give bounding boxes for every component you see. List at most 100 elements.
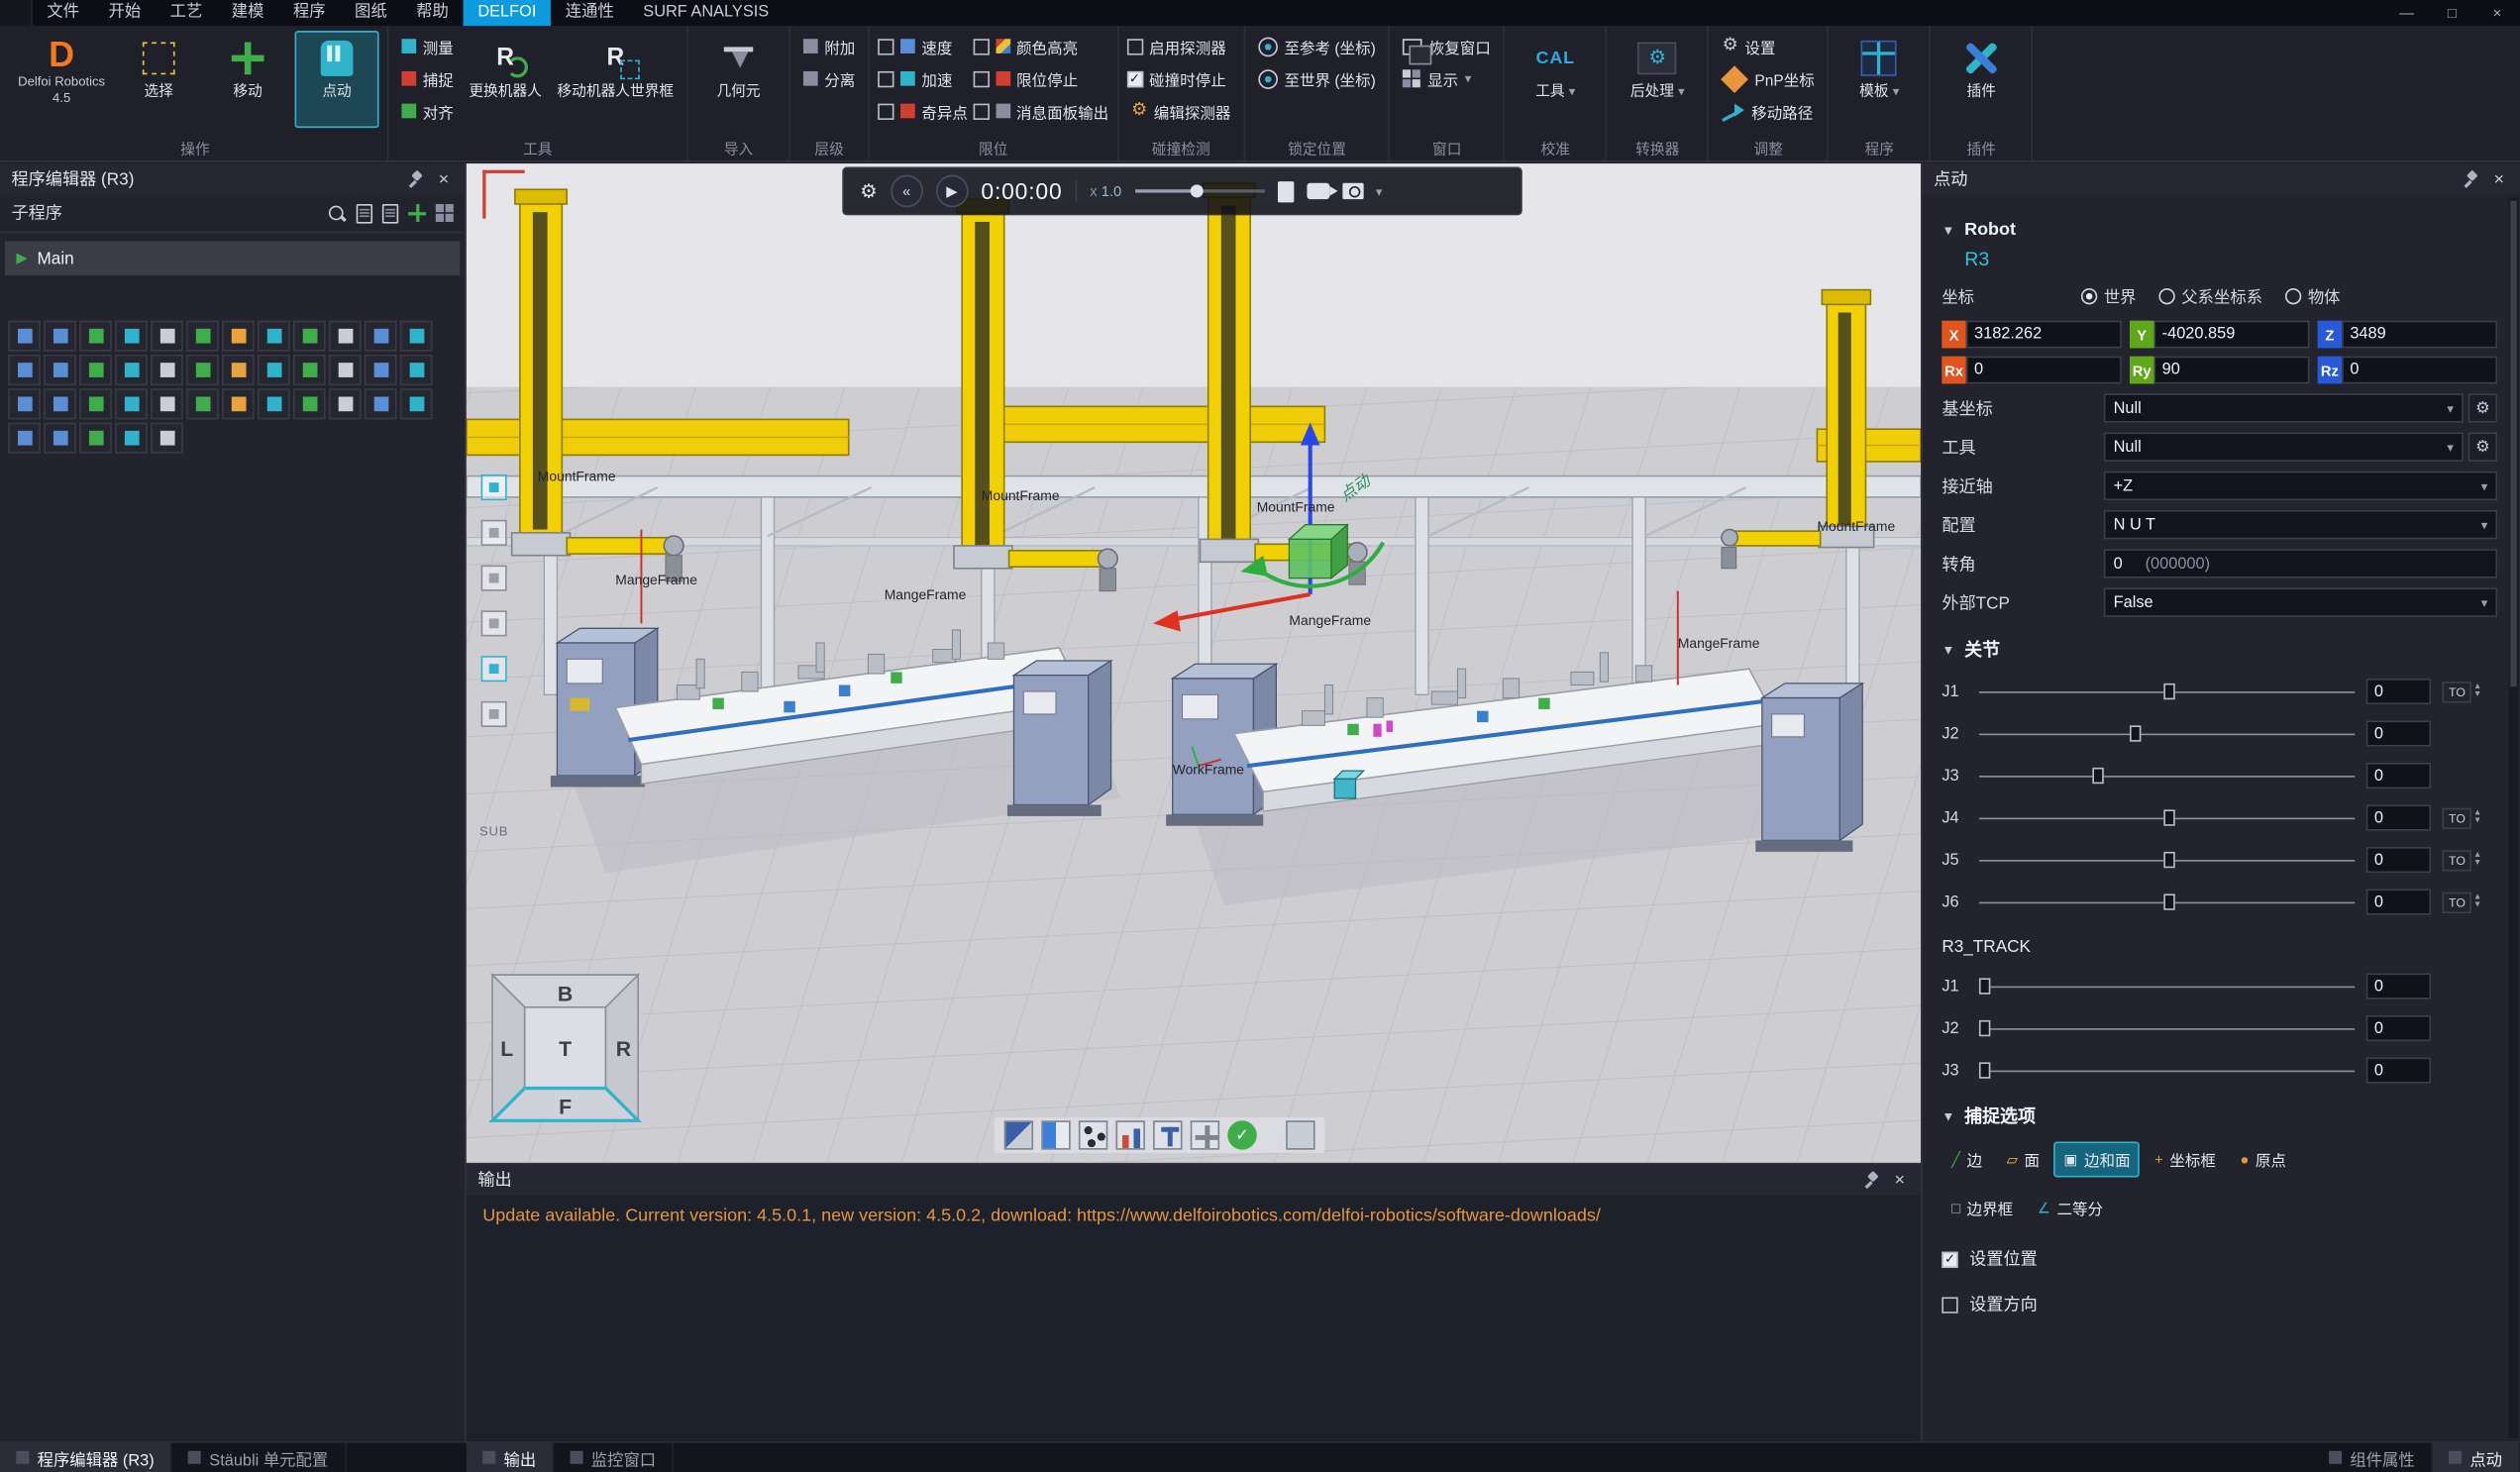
pos-rx-field[interactable]: 0 [1966, 357, 2122, 384]
j5-value-field[interactable]: 0 [2366, 847, 2431, 873]
pos-ry-field[interactable]: 90 [2153, 357, 2309, 384]
playbar-more-caret[interactable]: ▾ [1376, 184, 1383, 199]
export-report-icon[interactable] [1277, 180, 1293, 201]
routine-main-item[interactable]: ▶ Main [5, 242, 460, 275]
track-j3-slider[interactable] [1979, 1062, 2355, 1078]
statement-tool-icon[interactable] [222, 355, 255, 385]
snap-bisect-button[interactable]: ∠二等分 [2028, 1191, 2113, 1226]
j4-slider-handle[interactable] [2163, 809, 2174, 825]
calibration-tool-button[interactable]: CAL 工具 ▾ [1514, 31, 1598, 128]
base-frame-dropdown[interactable]: Null▾ [2104, 393, 2464, 422]
duplicate-routine-icon[interactable] [382, 203, 398, 223]
playbar-settings-icon[interactable]: ⚙ [860, 179, 878, 202]
move-button[interactable]: 移动 [206, 31, 290, 128]
statement-tool-icon[interactable] [258, 388, 290, 419]
tab-monitor-window[interactable]: 监控窗口 [554, 1443, 674, 1472]
statement-tool-icon[interactable] [186, 321, 219, 352]
j3-slider[interactable] [1979, 768, 2355, 784]
track-j2-value-field[interactable]: 0 [2366, 1015, 2431, 1041]
track-j2-handle[interactable] [1979, 1020, 1990, 1036]
annotation-icon[interactable] [1153, 1120, 1182, 1149]
coord-world-radio[interactable]: 世界 [2081, 283, 2137, 308]
j1-slider[interactable] [1979, 683, 2355, 699]
screenshot-icon[interactable] [1342, 183, 1363, 199]
j6-slider[interactable] [1979, 894, 2355, 909]
pos-rz-field[interactable]: 0 [2342, 357, 2497, 384]
j1-to-toggle[interactable]: TO [2443, 681, 2472, 701]
menu-drawing[interactable]: 图纸 [340, 0, 401, 26]
j2-slider[interactable] [1979, 725, 2355, 741]
add-routine-icon[interactable] [408, 204, 426, 222]
j5-slider-handle[interactable] [2163, 852, 2174, 868]
menu-program[interactable]: 程序 [278, 0, 340, 26]
statement-tool-icon[interactable] [365, 388, 397, 419]
track-j2-slider[interactable] [1979, 1020, 2355, 1036]
j6-slider-handle[interactable] [2163, 894, 2174, 909]
align-button[interactable]: 对齐 [397, 95, 459, 126]
restore-windows-button[interactable]: 恢复窗口 [1399, 31, 1496, 61]
statement-tool-icon[interactable] [151, 423, 183, 454]
j2-value-field[interactable]: 0 [2366, 720, 2431, 746]
robot-section-header[interactable]: ▼ Robot [1942, 220, 2497, 240]
snap-frame-button[interactable]: +坐标框 [2145, 1142, 2225, 1178]
snap-edge-face-button[interactable]: ▣边和面 [2054, 1142, 2141, 1178]
nodes-icon[interactable] [1079, 1120, 1107, 1149]
statement-tool-icon[interactable] [151, 388, 183, 419]
update-message[interactable]: Update available. Current version: 4.5.0… [482, 1207, 1601, 1226]
tab-staubli-config[interactable]: Stäubli 单元配置 [172, 1443, 347, 1472]
statement-tool-icon[interactable] [44, 388, 76, 419]
fit-view-icon[interactable] [481, 474, 507, 500]
set-position-checkbox[interactable]: ✓ 设置位置 [1942, 1247, 2497, 1272]
j6-spinner[interactable]: ▴▾ [2475, 894, 2480, 909]
statement-tool-icon[interactable] [151, 355, 183, 385]
split-view-icon[interactable] [1041, 1120, 1070, 1149]
statement-tool-icon[interactable] [79, 321, 112, 352]
limit-stop-checkbox[interactable]: 限位停止 [973, 63, 1108, 94]
snap-button[interactable]: 捕捉 [397, 63, 459, 94]
statement-tool-icon[interactable] [365, 321, 397, 352]
measure-button[interactable]: 测量 [397, 31, 459, 61]
lock-to-world-button[interactable]: 至世界 (坐标) [1253, 63, 1380, 94]
statement-tool-icon[interactable] [44, 321, 76, 352]
statement-tool-icon[interactable] [8, 423, 41, 454]
track-j1-handle[interactable] [1979, 978, 1990, 994]
scrollbar-thumb[interactable] [2510, 201, 2517, 686]
statement-tool-icon[interactable] [293, 388, 326, 419]
menu-connectivity[interactable]: 连通性 [551, 0, 628, 26]
statement-tool-icon[interactable] [151, 321, 183, 352]
maximize-button[interactable]: □ [2429, 0, 2474, 26]
tab-program-editor[interactable]: 程序编辑器 (R3) [0, 1443, 172, 1472]
pin-icon[interactable] [2462, 170, 2479, 188]
joints-section-header[interactable]: ▼ 关节 [1942, 636, 2497, 662]
menu-delfoi[interactable]: DELFOI [464, 0, 551, 26]
approach-axis-dropdown[interactable]: +Z▾ [2104, 472, 2497, 500]
view-cube[interactable]: B L T R F [485, 969, 644, 1127]
statement-tool-icon[interactable] [329, 321, 362, 352]
plane-view-icon[interactable] [481, 566, 507, 591]
statement-tool-icon[interactable] [400, 321, 433, 352]
close-icon[interactable]: × [2489, 169, 2509, 189]
statement-tool-icon[interactable] [79, 423, 112, 454]
move-path-button[interactable]: 移动路径 [1718, 95, 1820, 126]
snap-face-button[interactable]: ▱面 [1997, 1142, 2049, 1178]
statement-tool-icon[interactable] [293, 355, 326, 385]
statement-tool-icon[interactable] [293, 321, 326, 352]
tab-output[interactable]: 输出 [467, 1443, 554, 1472]
record-video-icon[interactable] [1307, 183, 1329, 199]
statement-tool-icon[interactable] [8, 355, 41, 385]
snap-bbox-button[interactable]: □边界框 [1942, 1191, 2023, 1226]
j4-to-toggle[interactable]: TO [2443, 807, 2472, 828]
3d-viewport[interactable]: ⚙ « ▶ 0:00:00 x 1.0 ▾ SUB [467, 163, 1921, 1163]
menu-modeling[interactable]: 建模 [217, 0, 278, 26]
play-button[interactable]: ▶ [936, 175, 969, 208]
select-button[interactable]: 选择 [117, 31, 201, 128]
rewind-button[interactable]: « [891, 175, 923, 208]
j1-value-field[interactable]: 0 [2366, 679, 2431, 704]
statement-tool-icon[interactable] [222, 388, 255, 419]
speed-slider[interactable] [1134, 189, 1264, 192]
base-frame-gear[interactable]: ⚙ [2468, 393, 2497, 422]
speed-checkbox[interactable]: 速度 [878, 31, 968, 61]
j4-slider[interactable] [1979, 809, 2355, 825]
stop-on-collision-checkbox[interactable]: ✓碰撞时停止 [1126, 63, 1235, 94]
statement-tool-icon[interactable] [400, 388, 433, 419]
